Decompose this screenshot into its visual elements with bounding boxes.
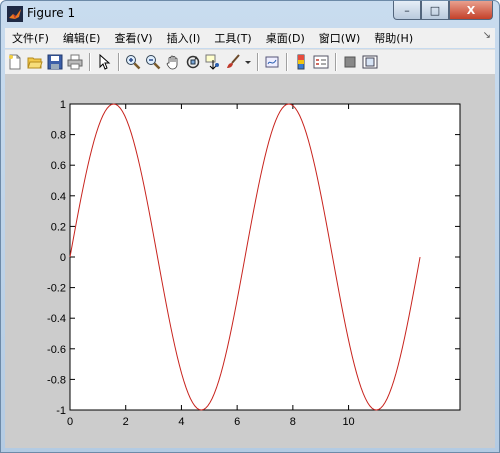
- edit-plot-arrow-icon[interactable]: [95, 53, 113, 71]
- zoom-in-icon[interactable]: [124, 53, 142, 71]
- y-tick-label: -0.2: [47, 283, 66, 295]
- menu-view[interactable]: 查看(V): [107, 30, 159, 46]
- figure-window: Figure 1 – □ X 文件(F) 编辑(E) 查看(V) 插入(I) 工…: [0, 0, 500, 453]
- menu-edit[interactable]: 编辑(E): [56, 30, 108, 46]
- y-tick-label: -0.6: [47, 344, 66, 356]
- zoom-out-icon[interactable]: [144, 53, 162, 71]
- maximize-button[interactable]: □: [421, 1, 449, 20]
- data-cursor-icon[interactable]: [204, 53, 222, 71]
- y-tick-label: -1: [56, 405, 66, 417]
- menu-help[interactable]: 帮助(H): [367, 30, 420, 46]
- x-tick-label: 2: [123, 416, 129, 428]
- y-tick-label: 0.8: [51, 130, 66, 142]
- menu-insert[interactable]: 插入(I): [160, 30, 208, 46]
- matlab-logo-icon: [7, 6, 23, 22]
- line-plot[interactable]: 0 2 4 6 8 10 1 0.8 0.6 0.4 0.2 0 -0.2 -0.4 -0.6 -0.8 -1: [5, 74, 495, 448]
- y-tick-label: -0.8: [47, 374, 66, 386]
- pan-hand-icon[interactable]: [164, 53, 182, 71]
- close-button[interactable]: X: [449, 1, 493, 20]
- x-tick-label: 6: [234, 416, 240, 428]
- hide-plot-tools-icon[interactable]: [341, 53, 359, 71]
- minimize-button[interactable]: –: [393, 1, 421, 20]
- x-tick-label: 0: [67, 416, 73, 428]
- show-plot-tools-icon[interactable]: [361, 53, 379, 71]
- toolbar-separator: [335, 53, 336, 71]
- link-plot-icon[interactable]: [263, 53, 281, 71]
- x-tick-label: 10: [342, 416, 354, 428]
- axes-box: [69, 103, 461, 411]
- toolbar-separator: [257, 53, 258, 71]
- y-tick-label: 1: [60, 99, 66, 111]
- x-tick-label: 8: [290, 416, 296, 428]
- dock-arrow-icon[interactable]: ↘: [483, 30, 491, 41]
- x-tick-label: 4: [178, 416, 184, 428]
- figure-toolbar: [5, 49, 495, 75]
- menu-bar: 文件(F) 编辑(E) 查看(V) 插入(I) 工具(T) 桌面(D) 窗口(W…: [5, 28, 495, 48]
- window-title: Figure 1: [27, 6, 76, 20]
- menu-desktop[interactable]: 桌面(D): [259, 30, 312, 46]
- brush-icon[interactable]: [224, 53, 242, 71]
- open-file-icon[interactable]: [26, 53, 44, 71]
- y-tick-label: 0: [60, 252, 66, 264]
- y-tick-label: 0.2: [51, 221, 66, 233]
- save-icon[interactable]: [46, 53, 64, 71]
- insert-colorbar-icon[interactable]: [292, 53, 310, 71]
- toolbar-separator: [89, 53, 90, 71]
- rotate-3d-icon[interactable]: [184, 53, 202, 71]
- insert-legend-icon[interactable]: [312, 53, 330, 71]
- title-bar[interactable]: Figure 1 – □ X: [1, 1, 499, 27]
- toolbar-separator: [286, 53, 287, 71]
- print-icon[interactable]: [66, 53, 84, 71]
- new-figure-icon[interactable]: [6, 53, 24, 71]
- figure-canvas[interactable]: 0 2 4 6 8 10 1 0.8 0.6 0.4 0.2 0 -0.2 -0.4 -0.6 -0.8 -1: [5, 74, 495, 448]
- y-tick-label: -0.4: [47, 313, 66, 325]
- y-tick-label: 0.4: [51, 191, 66, 203]
- menu-file[interactable]: 文件(F): [5, 30, 56, 46]
- y-tick-label: 0.6: [51, 160, 66, 172]
- menu-window[interactable]: 窗口(W): [312, 30, 367, 46]
- brush-dropdown-icon[interactable]: [244, 53, 252, 71]
- window-controls: – □ X: [393, 1, 493, 20]
- toolbar-separator: [118, 53, 119, 71]
- menu-tools[interactable]: 工具(T): [207, 30, 258, 46]
